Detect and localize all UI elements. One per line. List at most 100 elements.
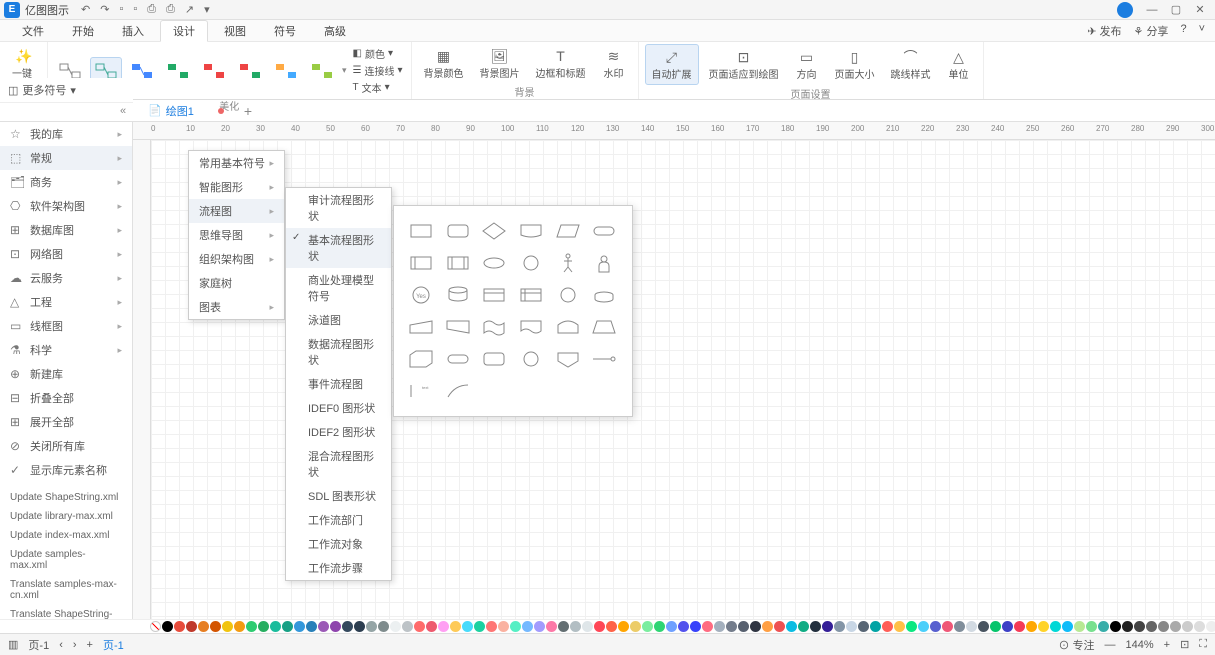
shape-thumbnail[interactable] [516, 346, 546, 372]
color-swatch[interactable] [366, 621, 377, 632]
shape-thumbnail[interactable] [553, 282, 583, 308]
open-icon[interactable]: ▫ [133, 3, 137, 16]
color-swatch[interactable] [882, 621, 893, 632]
undo-icon[interactable]: ↶ [81, 3, 90, 16]
submenu-item[interactable]: 智能图形▸ [189, 175, 284, 199]
ribbon-connectors[interactable]: ☰ 连接线 ▾ [353, 63, 403, 78]
color-swatch[interactable] [774, 621, 785, 632]
submenu-item[interactable]: 流程图▸ [189, 199, 284, 223]
color-swatch[interactable] [414, 621, 425, 632]
color-swatch[interactable] [438, 621, 449, 632]
shape-thumbnail[interactable] [443, 250, 473, 276]
color-swatch[interactable] [234, 621, 245, 632]
collapse-sidebar-icon[interactable]: « [120, 105, 126, 117]
prev-page-icon[interactable]: ‹ [59, 639, 63, 651]
ribbon-colors[interactable]: ◧ 颜色 ▾ [353, 46, 403, 61]
shape-thumbnail[interactable] [443, 218, 473, 244]
page-tabs-icon[interactable]: ▥ [8, 638, 18, 651]
color-swatch[interactable] [426, 621, 437, 632]
library-item[interactable]: ☁云服务▸ [0, 266, 132, 290]
color-swatch[interactable] [198, 621, 209, 632]
color-swatch[interactable] [582, 621, 593, 632]
shape-thumbnail[interactable] [589, 250, 619, 276]
color-swatch[interactable] [186, 621, 197, 632]
fullscreen-icon[interactable]: ⛶ [1199, 638, 1207, 651]
shape-thumbnail[interactable] [589, 282, 619, 308]
library-item[interactable]: ⚗科学▸ [0, 338, 132, 362]
document-tab-1[interactable]: 📄 绘图1 [138, 101, 234, 121]
color-swatch[interactable] [270, 621, 281, 632]
color-swatch[interactable] [906, 621, 917, 632]
share-button[interactable]: ⚘ 分享 [1134, 23, 1169, 39]
shape-thumbnail[interactable]: Yes [406, 282, 436, 308]
shape-thumbnail[interactable] [516, 218, 546, 244]
color-swatch[interactable] [666, 621, 677, 632]
bg-image-button[interactable]: 🖼背景图片 [474, 44, 526, 83]
shape-thumbnail[interactable] [553, 218, 583, 244]
color-swatch[interactable] [798, 621, 809, 632]
color-swatch[interactable] [810, 621, 821, 632]
color-swatch[interactable] [1026, 621, 1037, 632]
shape-thumbnail[interactable] [406, 218, 436, 244]
menu-advanced[interactable]: 高级 [312, 21, 358, 41]
menu-insert[interactable]: 插入 [110, 21, 156, 41]
shape-thumbnail[interactable] [589, 346, 619, 372]
watermark-button[interactable]: ≋水印 [596, 44, 632, 83]
submenu-item[interactable]: 图表▸ [189, 295, 284, 319]
color-swatch[interactable] [462, 621, 473, 632]
color-swatch[interactable] [330, 621, 341, 632]
menu-design[interactable]: 设计 [160, 20, 208, 42]
color-swatch[interactable] [750, 621, 761, 632]
more-icon[interactable]: ▾ [204, 3, 210, 16]
color-swatch[interactable] [162, 621, 173, 632]
color-swatch[interactable] [606, 621, 617, 632]
submenu-item[interactable]: SDL 图表形状 [286, 484, 391, 508]
color-swatch[interactable] [942, 621, 953, 632]
color-swatch[interactable] [534, 621, 545, 632]
color-swatch[interactable] [966, 621, 977, 632]
color-swatch[interactable] [918, 621, 929, 632]
focus-mode-button[interactable]: ⊙ 专注 [1058, 637, 1094, 653]
color-swatch[interactable] [558, 621, 569, 632]
color-swatch[interactable] [1146, 621, 1157, 632]
color-swatch[interactable] [618, 621, 629, 632]
menu-home[interactable]: 开始 [60, 21, 106, 41]
library-item[interactable]: △工程▸ [0, 290, 132, 314]
color-swatch[interactable] [990, 621, 1001, 632]
add-page-icon[interactable]: + [87, 639, 93, 651]
submenu-item[interactable]: 组织架构图▸ [189, 247, 284, 271]
color-swatch[interactable] [1194, 621, 1205, 632]
color-swatch[interactable] [1206, 621, 1215, 632]
color-swatch[interactable] [318, 621, 329, 632]
library-item[interactable]: ⊞数据库图▸ [0, 218, 132, 242]
submenu-item[interactable]: 思维导图▸ [189, 223, 284, 247]
library-item[interactable]: ⊘关闭所有库 [0, 434, 132, 458]
save-icon[interactable]: ⎙ [147, 3, 156, 16]
new-icon[interactable]: ▫ [119, 3, 123, 16]
color-swatch[interactable] [1134, 621, 1145, 632]
shape-thumbnail[interactable] [553, 250, 583, 276]
menu-symbol[interactable]: 符号 [262, 21, 308, 41]
submenu-item[interactable]: 混合流程图形状 [286, 444, 391, 484]
shape-thumbnail[interactable] [443, 314, 473, 340]
shape-thumbnail[interactable] [479, 314, 509, 340]
color-swatch[interactable] [1050, 621, 1061, 632]
theme-style-4[interactable] [162, 57, 194, 85]
color-swatch[interactable] [246, 621, 257, 632]
color-swatch[interactable] [1158, 621, 1169, 632]
color-swatch[interactable] [1122, 621, 1133, 632]
color-swatch[interactable] [306, 621, 317, 632]
shape-thumbnail[interactable] [516, 282, 546, 308]
library-item[interactable]: ✓显示库元素名称 [0, 458, 132, 482]
fit-page-icon[interactable]: ⊡ [1180, 638, 1189, 651]
ribbon-text[interactable]: T 文本 ▾ [353, 80, 403, 95]
shape-thumbnail[interactable] [406, 346, 436, 372]
color-swatch[interactable] [174, 621, 185, 632]
library-item[interactable]: ⊞展开全部 [0, 410, 132, 434]
menu-file[interactable]: 文件 [10, 21, 56, 41]
library-item[interactable]: ⊕新建库 [0, 362, 132, 386]
submenu-item[interactable]: IDEF2 图形状 [286, 420, 391, 444]
theme-style-5[interactable] [198, 57, 230, 85]
shape-thumbnail[interactable] [479, 218, 509, 244]
shape-thumbnail[interactable] [589, 218, 619, 244]
